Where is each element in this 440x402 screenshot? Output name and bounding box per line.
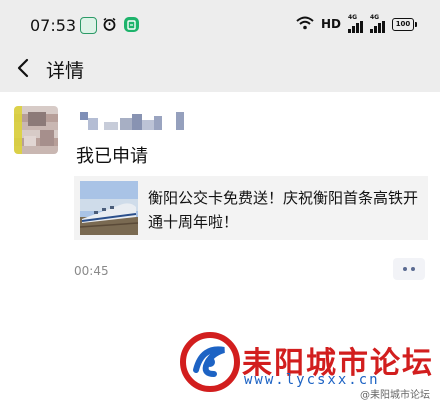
- hd-label: HD: [320, 17, 341, 31]
- status-time: 07:53: [30, 16, 77, 35]
- wallet-app-icon: [124, 17, 139, 32]
- page-title: 详情: [46, 60, 85, 82]
- more-options-button[interactable]: [393, 258, 425, 280]
- link-thumbnail: [80, 181, 138, 235]
- weibo-watermark: @耒阳城市论坛: [360, 390, 430, 401]
- username-mosaic[interactable]: [80, 112, 190, 132]
- app-notification-icon: [80, 17, 97, 34]
- avatar[interactable]: [14, 106, 58, 154]
- alarm-icon: [102, 17, 117, 32]
- battery-icon: 100: [392, 17, 417, 31]
- signal-icon-2: 4G: [370, 15, 385, 33]
- site-logo-icon: [180, 332, 240, 392]
- wifi-icon: [296, 15, 314, 34]
- back-arrow-icon[interactable]: [10, 54, 38, 82]
- status-bar: 07:53 HD 4G 4G 100: [0, 0, 440, 44]
- nav-bar: 详情: [0, 44, 440, 92]
- status-indicators: HD 4G 4G 100: [296, 14, 417, 34]
- link-title: 衡阳公交卡免费送！庆祝衡阳首条高铁开通十周年啦！: [148, 189, 419, 231]
- shared-link-card[interactable]: 衡阳公交卡免费送！庆祝衡阳首条高铁开通十周年啦！: [74, 176, 428, 240]
- post-text: 我已申请: [76, 146, 148, 167]
- signal-icon: 4G: [348, 15, 363, 33]
- post-timestamp: 00:45: [74, 264, 109, 278]
